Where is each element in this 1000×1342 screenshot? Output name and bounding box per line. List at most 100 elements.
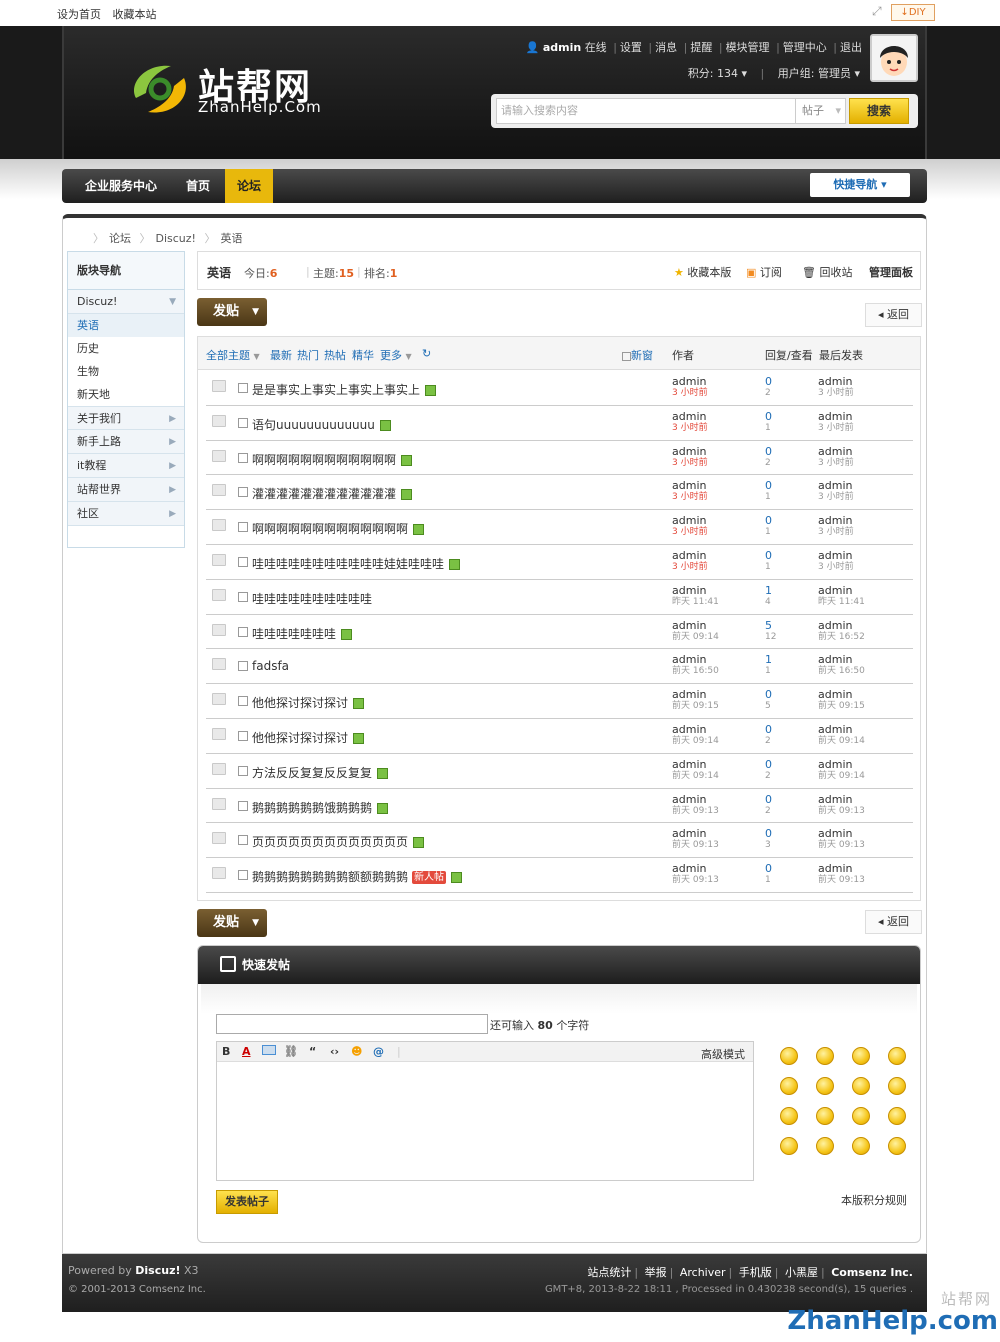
font-color-icon[interactable]: A	[242, 1045, 251, 1058]
thread-title[interactable]: 哇哇哇哇哇哇哇	[252, 625, 353, 642]
thread-checkbox[interactable]	[238, 383, 248, 393]
thread-title[interactable]: 鹅鹅鹅鹅鹅鹅饿鹅鹅鹅	[252, 799, 389, 816]
credit-rules-link[interactable]: 本版积分规则	[841, 1192, 907, 1208]
quick-nav-button[interactable]: 快捷导航 ▾	[810, 173, 910, 197]
thread-author[interactable]: admin 昨天 11:41	[672, 585, 719, 608]
thread-checkbox[interactable]	[238, 765, 248, 776]
link-icon[interactable]: ⛓	[284, 1045, 298, 1058]
thread-checkbox[interactable]	[238, 835, 248, 846]
back-button-bottom[interactable]: ◂ 返回	[865, 910, 922, 934]
thread-author[interactable]: admin 3 小时前	[672, 550, 708, 573]
thread-author[interactable]: admin 3 小时前	[672, 446, 708, 469]
nav-home[interactable]: 首页	[186, 169, 210, 203]
footer-stats-link[interactable]: 站点统计	[587, 1266, 631, 1279]
thread-title[interactable]: 鹅鹅鹅鹅鹅鹅鹅鹅额额鹅鹅鹅 新人帖	[252, 868, 463, 885]
home-icon[interactable]: 〉	[93, 232, 104, 245]
admin-center-link[interactable]: 管理中心	[783, 41, 827, 54]
thread-checkbox[interactable]	[238, 730, 248, 741]
sidebar-item-english[interactable]: 英语	[68, 314, 184, 337]
sidebar-item-biology[interactable]: 生物	[68, 360, 184, 383]
table-row[interactable]: 是是事实上事实上事实上事实上 admin 3 小时前 0 2 admin 3 小时前	[206, 371, 913, 406]
smiley-icon[interactable]	[888, 1137, 906, 1155]
table-row[interactable]: 灌灌灌灌灌灌灌灌灌灌灌灌 admin 3 小时前 0 1 admin 3 小时前	[206, 475, 913, 511]
smiley-icon[interactable]	[816, 1107, 834, 1125]
table-row[interactable]: 哇哇哇哇哇哇哇 admin 前天 09:14 5 12 admin 前天 16:52	[206, 615, 913, 650]
thread-title[interactable]: 方法反反复复反反复复	[252, 764, 389, 781]
avatar[interactable]	[870, 34, 918, 82]
smiley-icon[interactable]	[852, 1107, 870, 1125]
thread-last-post[interactable]: admin 3 小时前	[818, 550, 854, 573]
table-row[interactable]: 啊啊啊啊啊啊啊啊啊啊啊啊啊 admin 3 小时前 0 1 admin 3 小时前	[206, 510, 913, 545]
set-home-link[interactable]: 设为首页	[57, 8, 101, 21]
crumb-discuz[interactable]: Discuz!	[156, 232, 196, 245]
subscribe-button[interactable]: ▣ 订阅	[746, 264, 782, 280]
thread-last-post[interactable]: admin 前天 09:14	[818, 759, 865, 782]
thread-title[interactable]: 语句uuuuuuuuuuuuu	[252, 416, 391, 433]
thread-author[interactable]: admin 3 小时前	[672, 376, 708, 399]
table-row[interactable]: 鹅鹅鹅鹅鹅鹅鹅鹅额额鹅鹅鹅 新人帖 admin 前天 09:13 0 1 admin 前天 0…	[206, 858, 913, 893]
new-post-button[interactable]: 发贴 ▼	[197, 298, 267, 326]
thread-title[interactable]: 哇哇哇哇哇哇哇哇哇哇哇娃娃哇哇哇	[252, 555, 461, 572]
new-post-button-bottom[interactable]: 发贴 ▼	[197, 909, 267, 937]
thread-checkbox[interactable]	[238, 661, 248, 672]
smiley-icon[interactable]	[888, 1047, 906, 1065]
submit-post-button[interactable]: 发表帖子	[216, 1190, 278, 1214]
username-link[interactable]: admin	[543, 41, 581, 54]
thread-last-post[interactable]: admin 前天 09:13	[818, 794, 865, 817]
favorite-link[interactable]: 收藏本站	[113, 8, 157, 21]
thread-title[interactable]: 页页页页页页页页页页页页页	[252, 833, 425, 850]
bold-icon[interactable]: B	[222, 1045, 230, 1058]
filter-all[interactable]: 全部主题 ▼	[206, 347, 260, 363]
expand-icon[interactable]: ⤢	[872, 5, 884, 17]
search-input[interactable]: 请输入搜索内容	[496, 98, 796, 124]
table-row[interactable]: 啊啊啊啊啊啊啊啊啊啊啊啊 admin 3 小时前 0 2 admin 3 小时前	[206, 441, 913, 476]
thread-last-post[interactable]: admin 3 小时前	[818, 411, 854, 434]
thread-author[interactable]: admin 前天 09:15	[672, 689, 719, 712]
thread-title[interactable]: 啊啊啊啊啊啊啊啊啊啊啊啊	[252, 451, 413, 468]
table-row[interactable]: 方法反反复复反反复复 admin 前天 09:14 0 2 admin 前天 09:14	[206, 754, 913, 789]
thread-checkbox[interactable]	[238, 800, 248, 811]
sidebar-group-community[interactable]: 社区 ▶	[68, 502, 184, 526]
subject-input[interactable]	[216, 1014, 488, 1034]
footer-mobile-link[interactable]: 手机版	[739, 1266, 772, 1279]
thread-title[interactable]: 他他探讨探讨探讨	[252, 729, 365, 746]
footer-company-link[interactable]: Comsenz Inc.	[831, 1266, 913, 1279]
sidebar-group-about[interactable]: 关于我们 ▶	[68, 406, 184, 430]
smiley-icon[interactable]	[852, 1077, 870, 1095]
thread-checkbox[interactable]	[238, 870, 248, 881]
code-icon[interactable]: ‹›	[330, 1045, 339, 1058]
table-row[interactable]: fadsfa admin 前天 16:50 1 1 admin 前天 16:50	[206, 649, 913, 685]
thread-checkbox[interactable]	[238, 591, 248, 602]
smiley-icon[interactable]	[816, 1077, 834, 1095]
thread-last-post[interactable]: admin 前天 09:13	[818, 828, 865, 851]
advanced-mode-link[interactable]: 高级模式	[701, 1046, 745, 1062]
thread-checkbox[interactable]	[238, 696, 248, 707]
image-icon[interactable]	[262, 1045, 276, 1055]
thread-title[interactable]: 是是事实上事实上事实上事实上	[252, 381, 437, 398]
thread-checkbox[interactable]	[238, 487, 248, 498]
mention-icon[interactable]: @	[373, 1045, 384, 1058]
thread-last-post[interactable]: admin 3 小时前	[818, 515, 854, 538]
thread-author[interactable]: admin 前天 09:13	[672, 863, 719, 886]
crumb-current[interactable]: 英语	[220, 232, 242, 245]
footer-blackroom-link[interactable]: 小黑屋	[785, 1266, 818, 1279]
thread-title[interactable]: 哇哇哇哇哇哇哇哇哇哇	[252, 590, 372, 607]
thread-author[interactable]: admin 前天 09:14	[672, 724, 719, 747]
smiley-icon[interactable]	[780, 1047, 798, 1065]
smiley-icon[interactable]	[852, 1137, 870, 1155]
thread-last-post[interactable]: admin 昨天 11:41	[818, 585, 865, 608]
modules-link[interactable]: 模块管理	[726, 41, 770, 54]
smiley-icon[interactable]	[780, 1107, 798, 1125]
filter-more[interactable]: 更多 ▼	[380, 347, 412, 363]
filter-newest[interactable]: 最新	[270, 347, 292, 363]
smiley-icon[interactable]	[780, 1137, 798, 1155]
table-row[interactable]: 他他探讨探讨探讨 admin 前天 09:14 0 2 admin 前天 09:14	[206, 719, 913, 754]
nav-forum[interactable]: 论坛	[225, 169, 274, 203]
table-row[interactable]: 他他探讨探讨探讨 admin 前天 09:15 0 5 admin 前天 09:15	[206, 684, 913, 719]
filter-hotpost[interactable]: 热帖	[324, 347, 346, 363]
emoji-icon[interactable]: ☻	[351, 1045, 362, 1058]
site-logo[interactable]: 站帮网 ZhanHelp.Com	[126, 58, 346, 122]
sidebar-group-discuz[interactable]: Discuz! ▼	[68, 290, 184, 314]
smiley-icon[interactable]	[816, 1137, 834, 1155]
table-row[interactable]: 语句uuuuuuuuuuuuu admin 3 小时前 0 1 admin 3 小时前	[206, 406, 913, 441]
